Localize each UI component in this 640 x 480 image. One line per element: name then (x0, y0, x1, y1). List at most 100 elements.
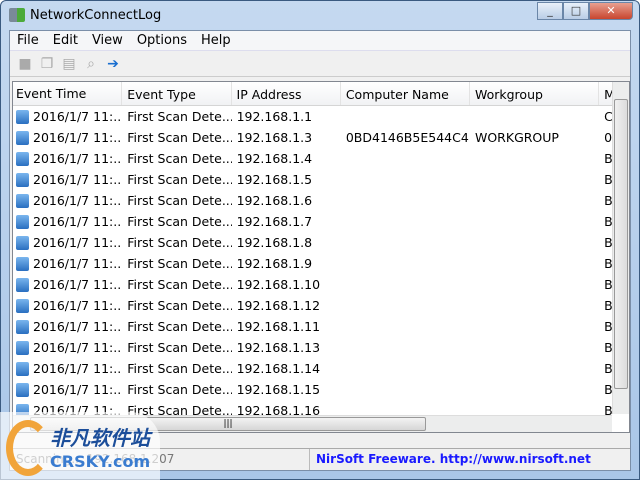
cell-text: 2016/1/7 11:... (33, 214, 123, 229)
menu-edit[interactable]: Edit (46, 31, 85, 50)
computer-icon (16, 151, 29, 166)
cell-ip-address: 192.168.1.3 (232, 130, 341, 145)
cell-text: 2016/1/7 11:... (33, 298, 123, 313)
cell-text: 2016/1/7 11:... (33, 277, 123, 292)
cell-text: First Scan Dete... (127, 235, 232, 250)
cell-event-type: First Scan Dete... (122, 193, 231, 208)
cell-event-type: First Scan Dete... (122, 130, 231, 145)
cell-event-time: 2016/1/7 11:... (13, 361, 122, 376)
computer-icon (16, 109, 29, 124)
column-header-computer-name[interactable]: Computer Name (341, 82, 470, 105)
column-header-event-type[interactable]: Event Type (122, 82, 232, 105)
cell-computer-name: 0BD4146B5E544C4 (341, 130, 470, 145)
column-header-event-time[interactable]: Event Time (13, 82, 123, 105)
menu-view[interactable]: View (85, 31, 130, 50)
cell-event-time: 2016/1/7 11:... (13, 319, 122, 334)
cell-text: First Scan Dete... (127, 277, 232, 292)
cell-text: 2016/1/7 11:... (33, 130, 123, 145)
column-header-workgroup[interactable]: Workgroup (470, 82, 600, 105)
cell-text: 192.168.1.15 (236, 382, 321, 397)
cell-text: First Scan Dete... (127, 172, 232, 187)
copy-icon[interactable]: ❐ (38, 55, 56, 73)
cell-text: 2016/1/7 11:... (33, 340, 123, 355)
table-row[interactable]: 2016/1/7 11:... First Scan Dete... 192.168… (13, 253, 629, 274)
menu-help[interactable]: Help (194, 31, 238, 50)
table-row[interactable]: 2016/1/7 11:... First Scan Dete... 192.168… (13, 358, 629, 379)
menu-options[interactable]: Options (130, 31, 194, 50)
cell-text: WORKGROUP (474, 130, 559, 145)
client-area: File Edit View Options Help ■ ❐ ▤ ⌕ ➔ Ev… (9, 30, 631, 471)
computer-icon (16, 319, 29, 334)
minimize-button[interactable]: _ (537, 2, 563, 20)
menu-file[interactable]: File (10, 31, 46, 50)
cell-text: 2016/1/7 11:... (33, 361, 123, 376)
event-list[interactable]: Event Time Event Type IP Address Compute… (12, 81, 630, 433)
computer-icon (16, 340, 29, 355)
cell-ip-address: 192.168.1.7 (232, 214, 341, 229)
table-row[interactable]: 2016/1/7 11:... First Scan Dete... 192.168… (13, 190, 629, 211)
cell-text: 0BD4146B5E544C4 (345, 130, 469, 145)
table-row[interactable]: 2016/1/7 11:... First Scan Dete... 192.168… (13, 337, 629, 358)
cell-text: 2016/1/7 11:... (33, 256, 123, 271)
maximize-button[interactable]: □ (563, 2, 589, 20)
cell-text: 192.168.1.5 (236, 172, 313, 187)
cell-text: 2016/1/7 11:... (33, 319, 123, 334)
cell-event-time: 2016/1/7 11:... (13, 109, 122, 124)
computer-icon (16, 382, 29, 397)
computer-icon (16, 256, 29, 271)
cell-text: 192.168.1.1 (236, 109, 313, 124)
cell-event-time: 2016/1/7 11:... (13, 256, 122, 271)
computer-icon (16, 235, 29, 250)
exit-icon[interactable]: ➔ (104, 55, 122, 73)
table-row[interactable]: 2016/1/7 11:... First Scan Dete... 192.168… (13, 295, 629, 316)
cell-text: 2016/1/7 11:... (33, 235, 123, 250)
cell-text: First Scan Dete... (127, 256, 232, 271)
list-header: Event Time Event Type IP Address Compute… (13, 82, 629, 106)
column-header-ip-address[interactable]: IP Address (232, 82, 341, 105)
cell-event-type: First Scan Dete... (122, 151, 231, 166)
cell-text: 2016/1/7 11:... (33, 109, 123, 124)
cell-ip-address: 192.168.1.9 (232, 256, 341, 271)
cell-text: 2016/1/7 11:... (33, 172, 123, 187)
cell-text: 192.168.1.7 (236, 214, 313, 229)
computer-icon (16, 130, 29, 145)
computer-icon (16, 193, 29, 208)
cell-event-type: First Scan Dete... (122, 340, 231, 355)
table-row[interactable]: 2016/1/7 11:... First Scan Dete... 192.168… (13, 316, 629, 337)
properties-icon[interactable]: ▤ (60, 55, 78, 73)
cell-event-time: 2016/1/7 11:... (13, 277, 122, 292)
table-row[interactable]: 2016/1/7 11:... First Scan Dete... 192.168… (13, 379, 629, 400)
cell-ip-address: 192.168.1.14 (232, 361, 341, 376)
cell-ip-address: 192.168.1.13 (232, 340, 341, 355)
cell-event-type: First Scan Dete... (122, 319, 231, 334)
table-row[interactable]: 2016/1/7 11:... First Scan Dete... 192.168… (13, 148, 629, 169)
close-button[interactable]: ✕ (589, 2, 633, 20)
nirsoft-link[interactable]: NirSoft Freeware. http://www.nirsoft.net (310, 449, 597, 470)
computer-icon (16, 214, 29, 229)
table-row[interactable]: 2016/1/7 11:... First Scan Dete... 192.168… (13, 274, 629, 295)
cell-event-type: First Scan Dete... (122, 214, 231, 229)
table-row[interactable]: 2016/1/7 11:... First Scan Dete... 192.168… (13, 127, 629, 148)
cell-event-time: 2016/1/7 11:... (13, 214, 122, 229)
table-row[interactable]: 2016/1/7 11:... First Scan Dete... 192.168… (13, 106, 629, 127)
app-icon (9, 8, 25, 22)
cell-text: First Scan Dete... (127, 298, 232, 313)
save-icon[interactable]: ■ (16, 55, 34, 73)
vertical-scrollbar[interactable] (612, 82, 629, 414)
watermark-logo: 非凡软件站 CRSKY.com (0, 412, 160, 480)
cell-event-type: First Scan Dete... (122, 235, 231, 250)
table-row[interactable]: 2016/1/7 11:... First Scan Dete... 192.168… (13, 232, 629, 253)
table-row[interactable]: 2016/1/7 11:... First Scan Dete... 192.168… (13, 211, 629, 232)
find-icon[interactable]: ⌕ (82, 55, 100, 73)
cell-text: First Scan Dete... (127, 319, 232, 334)
cell-event-type: First Scan Dete... (122, 172, 231, 187)
vertical-scroll-thumb[interactable] (614, 99, 628, 389)
app-window: NetworkConnectLog _ □ ✕ File Edit View O… (0, 0, 640, 480)
menu-bar: File Edit View Options Help (10, 31, 630, 51)
cell-text: First Scan Dete... (127, 382, 232, 397)
computer-icon (16, 298, 29, 313)
table-row[interactable]: 2016/1/7 11:... First Scan Dete... 192.168… (13, 169, 629, 190)
cell-event-time: 2016/1/7 11:... (13, 235, 122, 250)
cell-event-type: First Scan Dete... (122, 109, 231, 124)
cell-text: 192.168.1.12 (236, 298, 321, 313)
